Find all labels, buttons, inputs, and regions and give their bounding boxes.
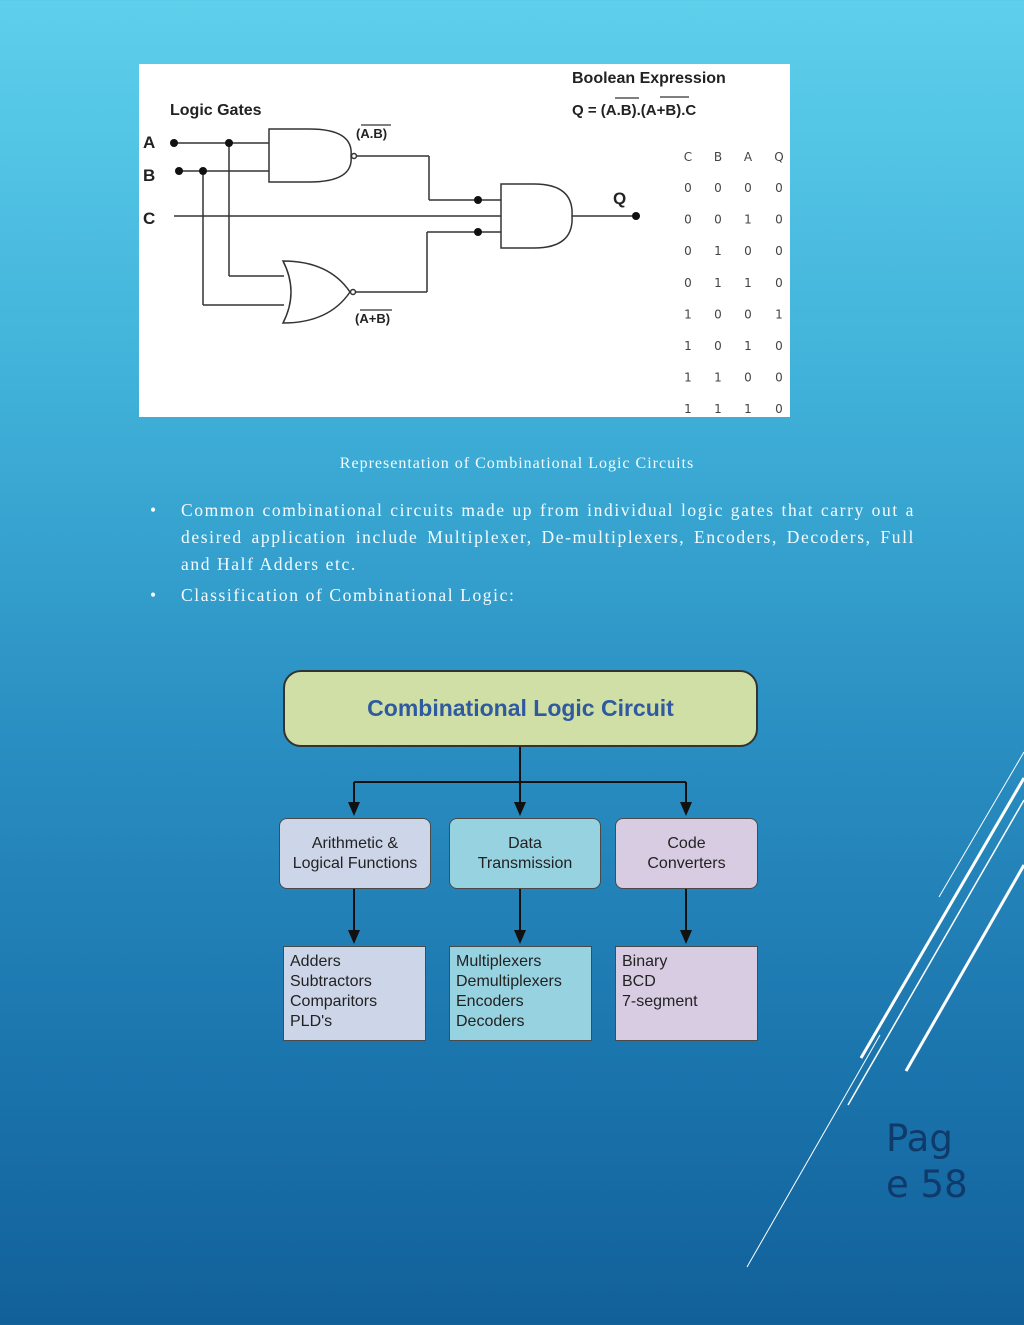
category-node-data-transmission: Data Transmission	[449, 818, 601, 889]
leaf-node-data-transmission: Multiplexers Demultiplexers Encoders Decode…	[449, 946, 592, 1041]
page-number: Pag e 58	[886, 1117, 968, 1206]
arrow-down-icon	[348, 930, 360, 944]
arrow-down-icon	[348, 802, 360, 816]
tree-connectors	[348, 747, 692, 944]
leaf-node-code-converters: Binary BCD 7-segment	[615, 946, 758, 1041]
leaf-node-arithmetic: Adders Subtractors Comparitors PLD's	[283, 946, 426, 1041]
arrow-down-icon	[514, 930, 526, 944]
arrow-down-icon	[680, 802, 692, 816]
arrow-down-icon	[680, 930, 692, 944]
arrow-down-icon	[514, 802, 526, 816]
tree-root-node: Combinational Logic Circuit	[283, 670, 758, 747]
category-node-code-converters: Code Converters	[615, 818, 758, 889]
category-node-arithmetic: Arithmetic & Logical Functions	[279, 818, 431, 889]
